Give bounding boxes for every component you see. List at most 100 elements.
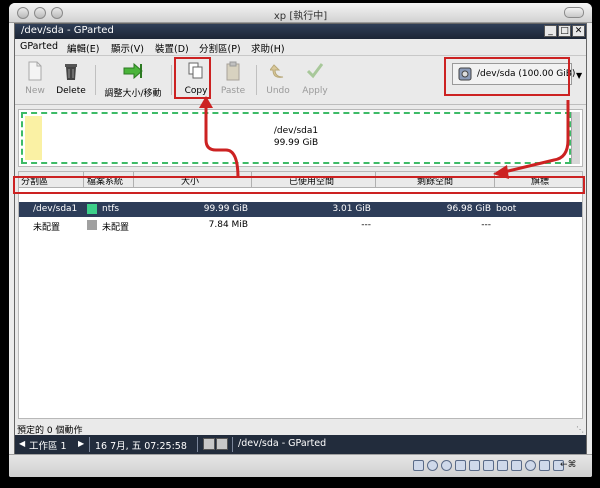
menu-edit[interactable]: 編輯(E) bbox=[67, 41, 99, 55]
hard-disk-icon bbox=[458, 67, 472, 81]
trash-icon bbox=[65, 64, 77, 80]
virtualbox-window: xp [執行中] /dev/sda - GParted _ □ ✕ GParte… bbox=[9, 3, 592, 477]
column-header-size[interactable]: 大小 bbox=[181, 174, 199, 187]
mouse-integration-icon[interactable] bbox=[539, 460, 550, 471]
new-button[interactable]: New bbox=[20, 61, 50, 101]
cell-filesystem: 未配置 bbox=[102, 223, 130, 233]
taskbar-separator bbox=[89, 437, 90, 452]
column-divider bbox=[251, 172, 252, 188]
dropdown-arrow-icon[interactable]: ▼ bbox=[576, 71, 582, 80]
disk-visualization: /dev/sda1 99.99 GiB bbox=[18, 109, 583, 167]
toolbar-separator bbox=[256, 65, 257, 95]
apply-button[interactable]: Apply bbox=[298, 61, 332, 101]
column-divider bbox=[375, 172, 376, 188]
menu-device[interactable]: 裝置(D) bbox=[155, 41, 189, 55]
filesystem-color-swatch bbox=[87, 204, 97, 214]
taskbar-right-arrow-icon[interactable]: ▶ bbox=[78, 439, 84, 448]
host-window-title: xp [執行中] bbox=[273, 11, 328, 22]
shared-folder-icon[interactable] bbox=[455, 460, 466, 471]
display-icon[interactable] bbox=[483, 460, 494, 471]
menu-partition[interactable]: 分割區(P) bbox=[199, 41, 241, 55]
desktop-pager-icon[interactable] bbox=[203, 438, 215, 450]
column-header-used[interactable]: 已使用空間 bbox=[289, 174, 334, 187]
column-divider bbox=[133, 172, 134, 188]
cell-size: 7.84 MiB bbox=[208, 220, 248, 230]
network-icon[interactable] bbox=[469, 460, 480, 471]
cd-rom-icon[interactable] bbox=[427, 460, 438, 471]
delete-button[interactable]: Delete bbox=[53, 61, 89, 101]
menu-help[interactable]: 求助(H) bbox=[251, 41, 285, 55]
cell-partition: /dev/sda1 bbox=[33, 204, 78, 214]
undo-icon bbox=[270, 64, 284, 78]
close-button[interactable]: ✕ bbox=[572, 25, 585, 37]
cell-size: 99.99 GiB bbox=[203, 204, 248, 214]
copy-icon bbox=[188, 62, 203, 79]
column-divider bbox=[83, 172, 84, 188]
cell-unused: --- bbox=[481, 220, 491, 230]
partition-block-sda1[interactable]: /dev/sda1 99.99 GiB bbox=[21, 112, 571, 164]
column-header-unused[interactable]: 剩餘空間 bbox=[417, 174, 453, 187]
app-window-title: /dev/sda - GParted bbox=[21, 25, 114, 36]
table-row[interactable]: /dev/sda1 ntfs 99.99 GiB 3.01 GiB 96.98 … bbox=[19, 202, 582, 217]
menubar: GParted 編輯(E) 顯示(V) 裝置(D) 分割區(P) 求助(H) bbox=[15, 39, 586, 56]
menu-gparted[interactable]: GParted bbox=[20, 41, 58, 52]
guest-taskbar: ◀ 工作區 1 ▶ 16 7月, 五 07:25:58 /dev/sda - G… bbox=[15, 435, 586, 454]
cell-used: 3.01 GiB bbox=[332, 204, 371, 214]
minimize-button[interactable]: _ bbox=[544, 25, 557, 37]
video-capture-icon[interactable] bbox=[497, 460, 508, 471]
new-document-icon bbox=[28, 61, 42, 81]
host-statusbar: ←⌘ bbox=[9, 454, 592, 477]
column-header-partition[interactable]: 分割區 bbox=[21, 174, 48, 187]
maximize-button[interactable]: □ bbox=[558, 25, 571, 37]
taskbar-left-arrow-icon[interactable]: ◀ bbox=[19, 439, 25, 448]
cell-partition: 未配置 bbox=[33, 223, 61, 233]
workspace-label[interactable]: 工作區 1 bbox=[29, 438, 67, 452]
taskbar-separator bbox=[232, 437, 233, 452]
device-selector[interactable]: /dev/sda (100.00 GiB) bbox=[452, 63, 576, 85]
table-header: 分割區 檔案系統 大小 已使用空間 剩餘空間 旗標 bbox=[19, 172, 582, 188]
cell-filesystem: ntfs bbox=[102, 204, 120, 214]
toolbar-separator bbox=[95, 65, 96, 95]
gparted-window: /dev/sda - GParted _ □ ✕ GParted 編輯(E) 顯… bbox=[14, 23, 587, 454]
paste-button[interactable]: Paste bbox=[218, 61, 248, 101]
cell-flags: boot bbox=[496, 204, 517, 214]
copy-label: Copy bbox=[184, 86, 208, 96]
device-label: /dev/sda (100.00 GiB) bbox=[477, 69, 576, 79]
new-label: New bbox=[25, 86, 45, 96]
host-titlebar: xp [執行中] bbox=[9, 3, 592, 23]
toolbar-toggle-icon[interactable] bbox=[564, 7, 584, 18]
apply-label: Apply bbox=[302, 86, 328, 96]
taskbar-window-button[interactable]: /dev/sda - GParted bbox=[238, 438, 326, 449]
toolbar: New Delete 調整大小/移動 Copy Paste Undo Apply… bbox=[15, 57, 586, 105]
virtualization-icon bbox=[525, 460, 536, 471]
desktop-pager-icon[interactable] bbox=[216, 438, 228, 450]
cell-unused: 96.98 GiB bbox=[446, 204, 491, 214]
resize-arrow-icon bbox=[123, 62, 143, 80]
delete-label: Delete bbox=[56, 86, 86, 96]
resize-grip-icon[interactable]: ⋱ bbox=[576, 425, 584, 434]
undo-label: Undo bbox=[266, 86, 290, 96]
resize-move-label: 調整大小/移動 bbox=[104, 89, 162, 99]
checkmark-icon bbox=[307, 63, 323, 79]
menu-view[interactable]: 顯示(V) bbox=[111, 41, 144, 55]
resize-move-button[interactable]: 調整大小/移動 bbox=[101, 61, 165, 101]
paste-label: Paste bbox=[220, 86, 246, 96]
clock: 16 7月, 五 07:25:58 bbox=[95, 441, 187, 452]
visual-partition-size: 99.99 GiB bbox=[273, 138, 319, 148]
app-titlebar: /dev/sda - GParted _ □ ✕ bbox=[15, 24, 586, 39]
filesystem-color-swatch bbox=[87, 220, 97, 230]
column-divider bbox=[494, 172, 495, 188]
visual-scrollbar[interactable] bbox=[571, 112, 580, 164]
partition-table: 分割區 檔案系統 大小 已使用空間 剩餘空間 旗標 /dev/sda1 ntfs… bbox=[18, 171, 583, 419]
usb-icon[interactable] bbox=[441, 460, 452, 471]
column-header-filesystem[interactable]: 檔案系統 bbox=[87, 174, 123, 187]
table-row[interactable]: 未配置 未配置 7.84 MiB --- --- bbox=[19, 218, 582, 233]
undo-button[interactable]: Undo bbox=[263, 61, 293, 101]
monitor-icon[interactable] bbox=[511, 460, 522, 471]
visual-partition-name: /dev/sda1 bbox=[273, 126, 319, 136]
hard-disk-activity-icon[interactable] bbox=[413, 460, 424, 471]
copy-button[interactable]: Copy bbox=[181, 61, 211, 101]
clipboard-icon bbox=[226, 61, 240, 81]
column-header-flags[interactable]: 旗標 bbox=[531, 174, 549, 187]
toolbar-separator bbox=[171, 65, 172, 95]
